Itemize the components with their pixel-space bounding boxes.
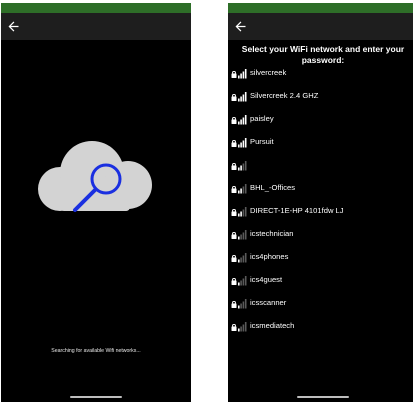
network-name: BHL_-Offices [250,183,296,192]
network-list-item[interactable]: BHL_-Offices [228,181,413,204]
wifi-signal-lock-icon [231,207,247,217]
wifi-signal-lock-icon [231,161,247,171]
wifi-signal-lock-icon [231,253,247,263]
network-name: icsscanner [250,298,287,307]
app-bar [228,13,413,40]
arrow-left-icon[interactable] [6,19,21,34]
network-name: ics4phones [250,252,289,261]
network-name: icsmediatech [250,321,295,330]
network-name: paisley [250,114,274,123]
network-list-item[interactable]: icstechnician [228,227,413,250]
network-list-item[interactable]: ics4guest [228,273,413,296]
network-list-item[interactable]: icsscanner [228,296,413,319]
cloud-search-icon [38,141,152,212]
network-name: silvercreek [250,68,287,77]
network-name: ics4guest [250,275,283,284]
wifi-signal-lock-icon [231,322,247,332]
network-list-item[interactable] [228,158,413,181]
network-list-item[interactable]: Pursuit [228,135,413,158]
network-name: Pursuit [250,137,274,146]
network-list: silvercreek Silvercreek 2.4 GHZ paisley [228,66,413,342]
network-list-item[interactable]: icsmediatech [228,319,413,342]
wifi-signal-lock-icon [231,184,247,194]
wifi-signal-lock-icon [231,92,247,102]
arrow-left-icon[interactable] [233,19,248,34]
home-indicator[interactable] [297,396,349,398]
searching-screen: Searching for available Wifi networks... [1,3,191,402]
home-indicator[interactable] [70,396,122,398]
wifi-signal-lock-icon [231,115,247,125]
network-name: icstechnician [250,229,294,238]
wifi-signal-lock-icon [231,276,247,286]
network-name: DIRECT-1E-HP 4101fdw LJ [250,206,344,215]
network-name: Silvercreek 2.4 GHZ [250,91,319,100]
status-bar [1,3,191,13]
network-list-item[interactable]: ics4phones [228,250,413,273]
status-bar [228,3,413,13]
network-list-item[interactable]: silvercreek [228,66,413,89]
wifi-signal-lock-icon [231,230,247,240]
wifi-signal-lock-icon [231,138,247,148]
searching-status-text: Searching for available Wifi networks... [51,348,141,354]
app-bar [1,13,191,40]
wifi-signal-lock-icon [231,299,247,309]
network-list-item[interactable]: Silvercreek 2.4 GHZ [228,89,413,112]
network-list-item[interactable]: DIRECT-1E-HP 4101fdw LJ [228,204,413,227]
network-list-item[interactable]: paisley [228,112,413,135]
network-select-screen: Select your WiFi network and enter your … [228,3,413,402]
network-select-heading: Select your WiFi network and enter your … [241,44,405,65]
wifi-signal-lock-icon [231,69,247,79]
